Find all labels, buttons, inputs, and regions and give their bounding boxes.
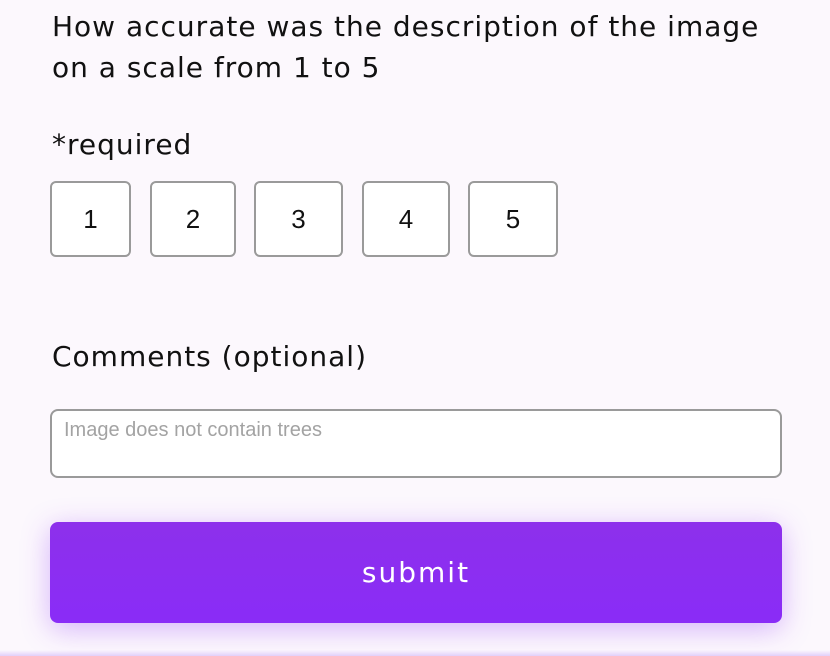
rating-option-3[interactable]: 3 — [254, 181, 343, 257]
comments-input[interactable] — [50, 409, 782, 478]
required-label: *required — [52, 128, 193, 161]
comments-label: Comments (optional) — [52, 340, 367, 373]
rating-option-1[interactable]: 1 — [50, 181, 131, 257]
question-text: How accurate was the description of the … — [52, 10, 760, 84]
bottom-glow — [0, 650, 830, 656]
rating-option-5[interactable]: 5 — [468, 181, 558, 257]
rating-option-4[interactable]: 4 — [362, 181, 450, 257]
rating-option-2[interactable]: 2 — [150, 181, 236, 257]
submit-button[interactable]: submit — [50, 522, 782, 623]
